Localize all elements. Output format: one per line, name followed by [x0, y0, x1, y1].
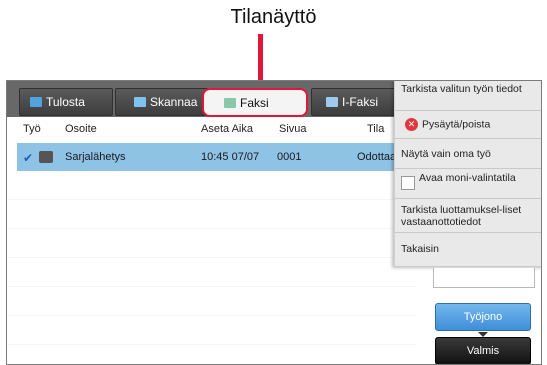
- col-job: Työ: [23, 123, 41, 135]
- job-queue-label: Työjono: [463, 311, 503, 323]
- fax-icon: [224, 97, 236, 108]
- callout-title: Tilanäyttö: [230, 6, 317, 28]
- tab-ifax[interactable]: I-Faksi: [311, 88, 397, 116]
- scan-icon: [134, 97, 146, 107]
- broadcast-job-icon: [39, 151, 53, 163]
- menu-item-label: Näytä vain oma työ: [401, 148, 491, 160]
- menu-check-confidential[interactable]: Tarkista luottamuksel-liset vastaanottot…: [395, 199, 541, 233]
- action-menu: Tarkista valitun työn tiedot ✕ Pysäytä/po…: [394, 81, 541, 266]
- side-panel-box: [433, 268, 535, 288]
- menu-back[interactable]: Takaisin: [395, 233, 541, 266]
- complete-button[interactable]: Valmis: [435, 337, 531, 364]
- tab-scan-label: Skannaa: [150, 95, 198, 109]
- col-address: Osoite: [65, 123, 97, 135]
- menu-item-label: Avaa moni-valintatila: [419, 172, 516, 184]
- menu-show-own-jobs[interactable]: Näytä vain oma työ: [395, 139, 541, 169]
- menu-multi-select[interactable]: Avaa moni-valintatila: [395, 169, 541, 199]
- ifax-icon: [326, 97, 338, 107]
- print-icon: [30, 97, 42, 107]
- tab-scan[interactable]: Skannaa: [115, 88, 209, 116]
- menu-stop-delete[interactable]: ✕ Pysäytä/poista: [395, 111, 541, 139]
- job-status-panel: Tulosta Skannaa Faksi I-Faksi ▶ Työ Osoi…: [6, 80, 542, 365]
- callout-line: [258, 34, 263, 80]
- menu-item-label: Takaisin: [401, 243, 439, 255]
- tab-print[interactable]: Tulosta: [19, 88, 113, 116]
- menu-item-label: Pysäytä/poista: [422, 118, 491, 131]
- tab-fax-label: Faksi: [240, 95, 269, 110]
- job-address: Sarjalähetys: [65, 151, 126, 163]
- selected-check-icon: ✔: [23, 151, 34, 165]
- tab-print-label: Tulosta: [46, 95, 85, 109]
- col-pages: Sivua: [279, 123, 307, 135]
- job-pages: 0001: [277, 151, 302, 163]
- tab-ifax-label: I-Faksi: [342, 95, 378, 109]
- table-row[interactable]: ✔ Sarjalähetys 10:45 07/07 0001 Odottaa: [17, 143, 417, 171]
- menu-item-label: Tarkista valitun työn tiedot: [401, 83, 522, 95]
- job-list-empty-rows: [7, 171, 417, 364]
- tab-fax[interactable]: Faksi: [202, 88, 308, 117]
- col-status: Tila: [367, 123, 385, 135]
- job-queue-button[interactable]: Työjono: [435, 303, 531, 331]
- complete-label: Valmis: [466, 345, 500, 357]
- multi-select-checkbox[interactable]: [401, 176, 415, 190]
- job-time: 10:45 07/07: [201, 151, 260, 163]
- menu-check-job-details[interactable]: Tarkista valitun työn tiedot: [395, 81, 541, 111]
- job-status: Odottaa: [357, 151, 397, 163]
- menu-item-label: Tarkista luottamuksel-liset vastaanottot…: [401, 204, 522, 228]
- stop-icon: ✕: [405, 118, 418, 131]
- col-set-time: Aseta Aika: [201, 123, 253, 135]
- job-list-header: Työ Osoite Aseta Aika Sivua Tila: [7, 119, 407, 141]
